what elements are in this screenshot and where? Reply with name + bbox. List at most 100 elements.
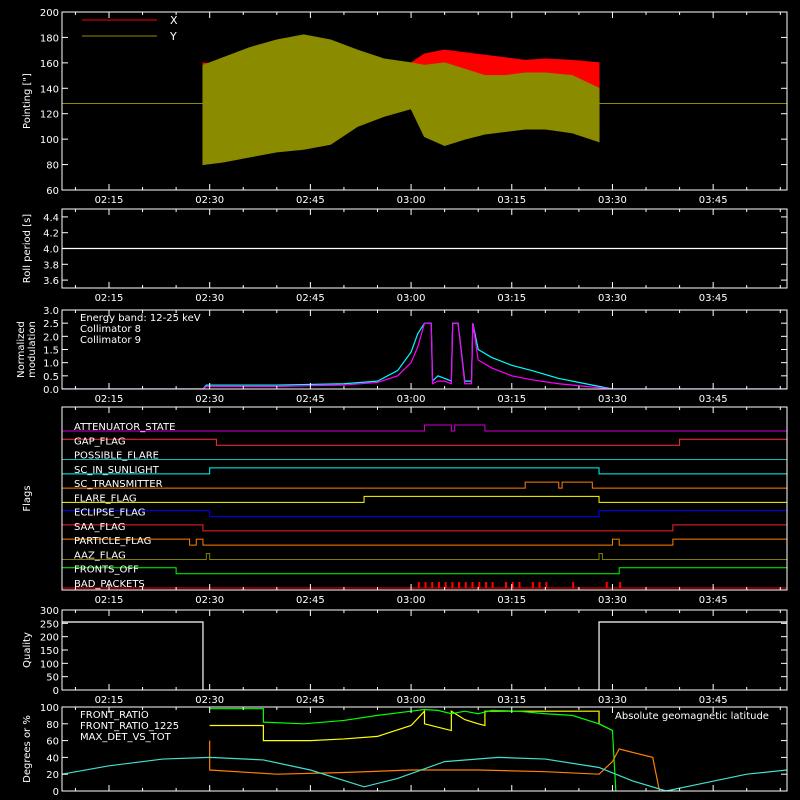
y-tick-label: 0.5: [43, 372, 59, 383]
flag-spike: [518, 582, 521, 588]
y-tick-label: 50: [46, 673, 59, 684]
legend-label: FRONT_RATIO: [80, 710, 149, 721]
flag-spike: [471, 582, 474, 588]
flag-spike: [572, 582, 575, 588]
x-tick-label: 03:30: [598, 293, 627, 304]
x-tick-label: 02:30: [195, 195, 224, 206]
y-tick-label: 200: [40, 633, 59, 644]
x-tick-label: 02:45: [296, 394, 325, 405]
y-axis-label: Degrees or %: [22, 715, 33, 783]
x-tick-label: 02:15: [95, 195, 124, 206]
y-axis-label: Pointing ["]: [22, 73, 33, 129]
x-tick-label: 03:00: [397, 293, 426, 304]
x-tick-label: 03:00: [397, 394, 426, 405]
y-tick-label: 3.8: [43, 260, 59, 271]
y-tick-label: 0: [53, 787, 59, 798]
y-tick-label: 100: [40, 659, 59, 670]
flag-spike: [531, 582, 534, 588]
y-axis-label: Roll period [s]: [22, 214, 33, 283]
flag-spike: [464, 582, 467, 588]
x-tick-label: 02:15: [95, 695, 124, 706]
legend-label: Y: [169, 30, 177, 43]
x-tick-label: 02:45: [296, 195, 325, 206]
x-tick-label: 03:45: [699, 195, 728, 206]
x-tick-label: 03:45: [699, 394, 728, 405]
y-axis-label: Flags: [22, 485, 33, 511]
x-tick-label: 02:30: [195, 394, 224, 405]
y-tick-label: 1.5: [43, 346, 59, 357]
x-tick-label: 03:00: [397, 195, 426, 206]
x-tick-label: 03:30: [598, 195, 627, 206]
x-tick-label: 02:15: [95, 293, 124, 304]
x-tick-label: 03:15: [497, 293, 526, 304]
flag-label-attenuator-state: ATTENUATOR_STATE: [74, 422, 175, 433]
y-tick-label: 4.4: [43, 213, 59, 224]
y-tick-label: 120: [40, 110, 59, 121]
y-axis-label: Quality: [22, 632, 33, 668]
x-tick-label: 02:45: [296, 293, 325, 304]
y-tick-label: 0: [53, 686, 59, 697]
x-tick-label: 03:00: [397, 595, 426, 606]
y-tick-label: 40: [46, 753, 59, 764]
rhessi-summary-plot: 02:15 02:30 02:45 03:00 03:15 03:30 03:45 60 80 1…: [0, 0, 800, 800]
x-tick-label: 02:30: [195, 695, 224, 706]
y-tick-label: 0.0: [43, 385, 59, 396]
annotation-label: Absolute geomagnetic latitude: [615, 711, 769, 722]
y-tick-label: 2.5: [43, 319, 59, 330]
flag-label-aaz-flag: AAZ_FLAG: [74, 550, 126, 561]
legend-label: MAX_DET_VS_TOT: [80, 732, 172, 743]
flag-label-flare-flag: FLARE_FLAG: [74, 493, 137, 504]
y-tick-label: 80: [46, 720, 59, 731]
flag-label-eclipse-flag: ECLIPSE_FLAG: [74, 508, 145, 519]
x-tick-label: 03:30: [598, 595, 627, 606]
y-tick-label: 150: [40, 646, 59, 657]
y-tick-label: 3.6: [43, 276, 59, 287]
flag-spike: [538, 582, 541, 588]
flag-spike: [491, 582, 494, 588]
x-tick-label: 02:30: [195, 595, 224, 606]
flag-label-sc-in-sunlight: SC_IN_SUNLIGHT: [74, 465, 160, 476]
x-tick-label: 03:45: [699, 595, 728, 606]
y-tick-label: 4.0: [43, 245, 59, 256]
x-tick-label: 03:00: [397, 695, 426, 706]
legend-label: X: [170, 14, 178, 27]
y-tick-label: 100: [40, 135, 59, 146]
x-tick-label: 03:15: [497, 695, 526, 706]
flag-spike: [505, 582, 508, 588]
y-tick-label: 160: [40, 59, 59, 70]
y-tick-label: 100: [40, 703, 59, 714]
x-tick-label: 02:45: [296, 595, 325, 606]
legend-label: FRONT_RATIO_1225: [80, 721, 179, 732]
flag-spike: [458, 582, 461, 588]
y-tick-label: 180: [40, 33, 59, 44]
y-axis-label: Normalized: [16, 321, 27, 378]
flag-label-gap-flag: GAP_FLAG: [74, 436, 126, 447]
legend-label: Collimator 8: [80, 324, 141, 335]
y-axis-label: modulation: [27, 321, 38, 378]
y-tick-label: 2.0: [43, 332, 59, 343]
flag-spike: [437, 582, 440, 588]
flag-label-particle-flag: PARTICLE_FLAG: [74, 536, 151, 547]
x-tick-label: 03:15: [497, 195, 526, 206]
x-tick-label: 03:30: [598, 695, 627, 706]
legend-label: Energy band: 12-25 keV: [80, 313, 201, 324]
x-tick-label: 02:30: [195, 293, 224, 304]
flag-label-sc-transmitter: SC_TRANSMITTER: [74, 479, 163, 490]
x-tick-label: 02:15: [95, 394, 124, 405]
y-tick-label: 1.0: [43, 359, 59, 370]
y-tick-label: 60: [46, 186, 59, 197]
y-tick-label: 60: [46, 737, 59, 748]
flag-spike: [424, 582, 427, 588]
x-tick-label: 03:45: [699, 695, 728, 706]
flag-spike: [451, 582, 454, 588]
y-tick-label: 300: [40, 606, 59, 617]
y-tick-label: 4.2: [43, 229, 59, 240]
y-tick-label: 80: [46, 161, 59, 172]
flag-label-fronts-off: FRONTS_OFF: [74, 565, 139, 576]
flag-label-possible-flare: POSSIBLE_FLARE: [74, 451, 159, 462]
y-tick-label: 200: [40, 8, 59, 19]
x-tick-label: 03:15: [497, 595, 526, 606]
y-tick-label: 3.0: [43, 306, 59, 317]
flag-spike: [417, 582, 420, 588]
x-tick-label: 03:30: [598, 394, 627, 405]
